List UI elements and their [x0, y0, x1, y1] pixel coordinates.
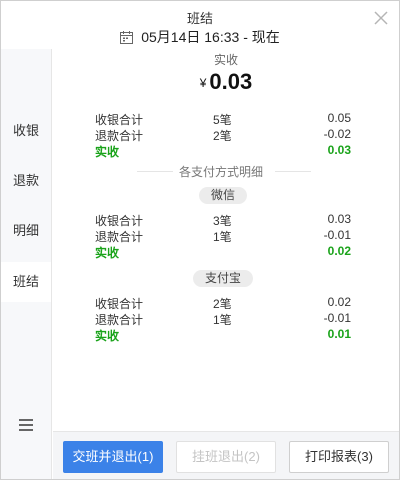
row-amount: 0.01 — [327, 327, 351, 341]
header: 班结 05月14日 16:33 - 现在 — [1, 1, 399, 49]
row-label: 退款合计 — [95, 129, 144, 143]
wechat-row: 收银合计 3笔 0.03 — [95, 212, 351, 228]
summary-row: 退款合计 2笔 -0.02 — [95, 127, 351, 143]
payment-method-wechat: 微信 — [198, 187, 248, 204]
settlement-content: 实收 ¥0.03 收银合计 5笔 0.05 退款合计 2笔 -0.02 实收 0… — [53, 49, 399, 431]
sidebar-item-shift[interactable]: 班结 — [1, 262, 51, 302]
divider-right — [275, 171, 311, 172]
wechat-net-row: 实收 0.02 — [95, 244, 351, 260]
row-label: 实收 — [95, 246, 120, 260]
row-amount: -0.01 — [323, 311, 351, 325]
suspend-exit-button[interactable]: 挂班退出(2) — [176, 441, 276, 473]
row-count: 1笔 — [213, 230, 232, 244]
payment-method-alipay: 支付宝 — [192, 270, 254, 287]
row-label: 收银合计 — [95, 214, 144, 228]
row-label: 收银合计 — [95, 297, 144, 311]
date-range-text: 05月14日 16:33 - 现在 — [141, 29, 280, 45]
alipay-net-row: 实收 0.01 — [95, 327, 351, 343]
alipay-row: 退款合计 1笔 -0.01 — [95, 311, 351, 327]
print-report-button[interactable]: 打印报表(3) — [289, 441, 389, 473]
row-amount: 0.03 — [327, 143, 351, 157]
window-title: 班结 — [186, 11, 213, 26]
net-received-total: ¥0.03 — [53, 69, 399, 95]
row-amount: 0.02 — [327, 244, 351, 258]
row-amount: -0.01 — [323, 228, 351, 242]
row-amount: 0.02 — [327, 295, 351, 309]
summary-row: 收银合计 5笔 0.05 — [95, 111, 351, 127]
row-label: 实收 — [95, 145, 120, 159]
row-count: 5笔 — [213, 113, 232, 127]
sidebar-item-cashier[interactable]: 收银 — [1, 111, 51, 151]
row-label: 退款合计 — [95, 230, 144, 244]
sidebar: 收银 退款 明细 班结 — [1, 49, 52, 479]
handover-exit-button[interactable]: 交班并退出(1) — [63, 441, 163, 473]
row-amount: 0.05 — [327, 111, 351, 125]
sidebar-item-details[interactable]: 明细 — [1, 211, 51, 251]
date-range: 05月14日 16:33 - 现在 — [1, 27, 399, 47]
shift-settlement-window: 班结 05月14日 16:33 - 现在 收银 退款 明细 班结 实收 ¥0.0 — [0, 0, 400, 480]
footer-actions: 交班并退出(1) 挂班退出(2) 打印报表(3) — [53, 431, 399, 479]
sidebar-item-refund[interactable]: 退款 — [1, 161, 51, 201]
row-count: 2笔 — [213, 129, 232, 143]
row-count: 2笔 — [213, 297, 232, 311]
currency-symbol: ¥ — [199, 76, 207, 90]
row-label: 退款合计 — [95, 313, 144, 327]
wechat-row: 退款合计 1笔 -0.01 — [95, 228, 351, 244]
row-label: 实收 — [95, 329, 120, 343]
close-icon[interactable] — [372, 9, 390, 27]
calendar-icon — [120, 31, 134, 44]
row-label: 收银合计 — [95, 113, 144, 127]
net-received-amount: 0.03 — [209, 69, 253, 94]
net-received-label: 实收 — [213, 53, 238, 67]
row-amount: -0.02 — [323, 127, 351, 141]
row-count: 1笔 — [213, 313, 232, 327]
menu-icon[interactable] — [19, 419, 33, 431]
summary-net-row: 实收 0.03 — [95, 143, 351, 159]
row-count: 3笔 — [213, 214, 232, 228]
alipay-row: 收银合计 2笔 0.02 — [95, 295, 351, 311]
row-amount: 0.03 — [327, 212, 351, 226]
